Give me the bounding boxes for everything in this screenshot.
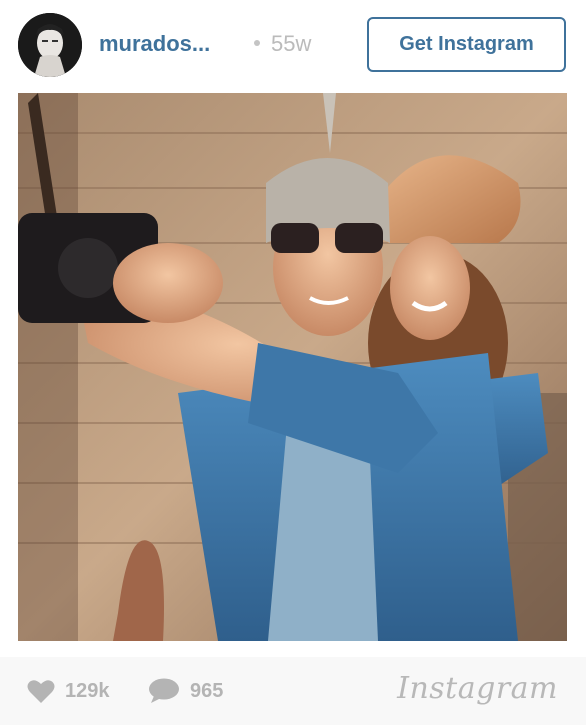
username-link[interactable]: murados... xyxy=(99,31,210,57)
instagram-embed-card: murados... 55w Get Instagram 129k 965 In… xyxy=(0,0,586,725)
post-footer: 129k 965 Instagram xyxy=(0,657,586,725)
post-header: murados... 55w Get Instagram xyxy=(0,0,586,92)
comments-label: 965 xyxy=(190,679,224,702)
post-time[interactable]: 55w xyxy=(271,31,311,57)
comments-count[interactable]: 965 xyxy=(148,657,223,725)
comment-bubble-icon xyxy=(148,678,180,704)
avatar[interactable] xyxy=(18,13,82,77)
get-instagram-button[interactable]: Get Instagram xyxy=(367,17,566,72)
separator-dot xyxy=(254,40,260,46)
post-photo[interactable] xyxy=(18,93,567,641)
likes-label: 129k xyxy=(65,679,110,702)
heart-icon xyxy=(27,679,55,704)
instagram-logo[interactable]: Instagram xyxy=(397,671,558,706)
likes-count[interactable]: 129k xyxy=(27,657,110,725)
